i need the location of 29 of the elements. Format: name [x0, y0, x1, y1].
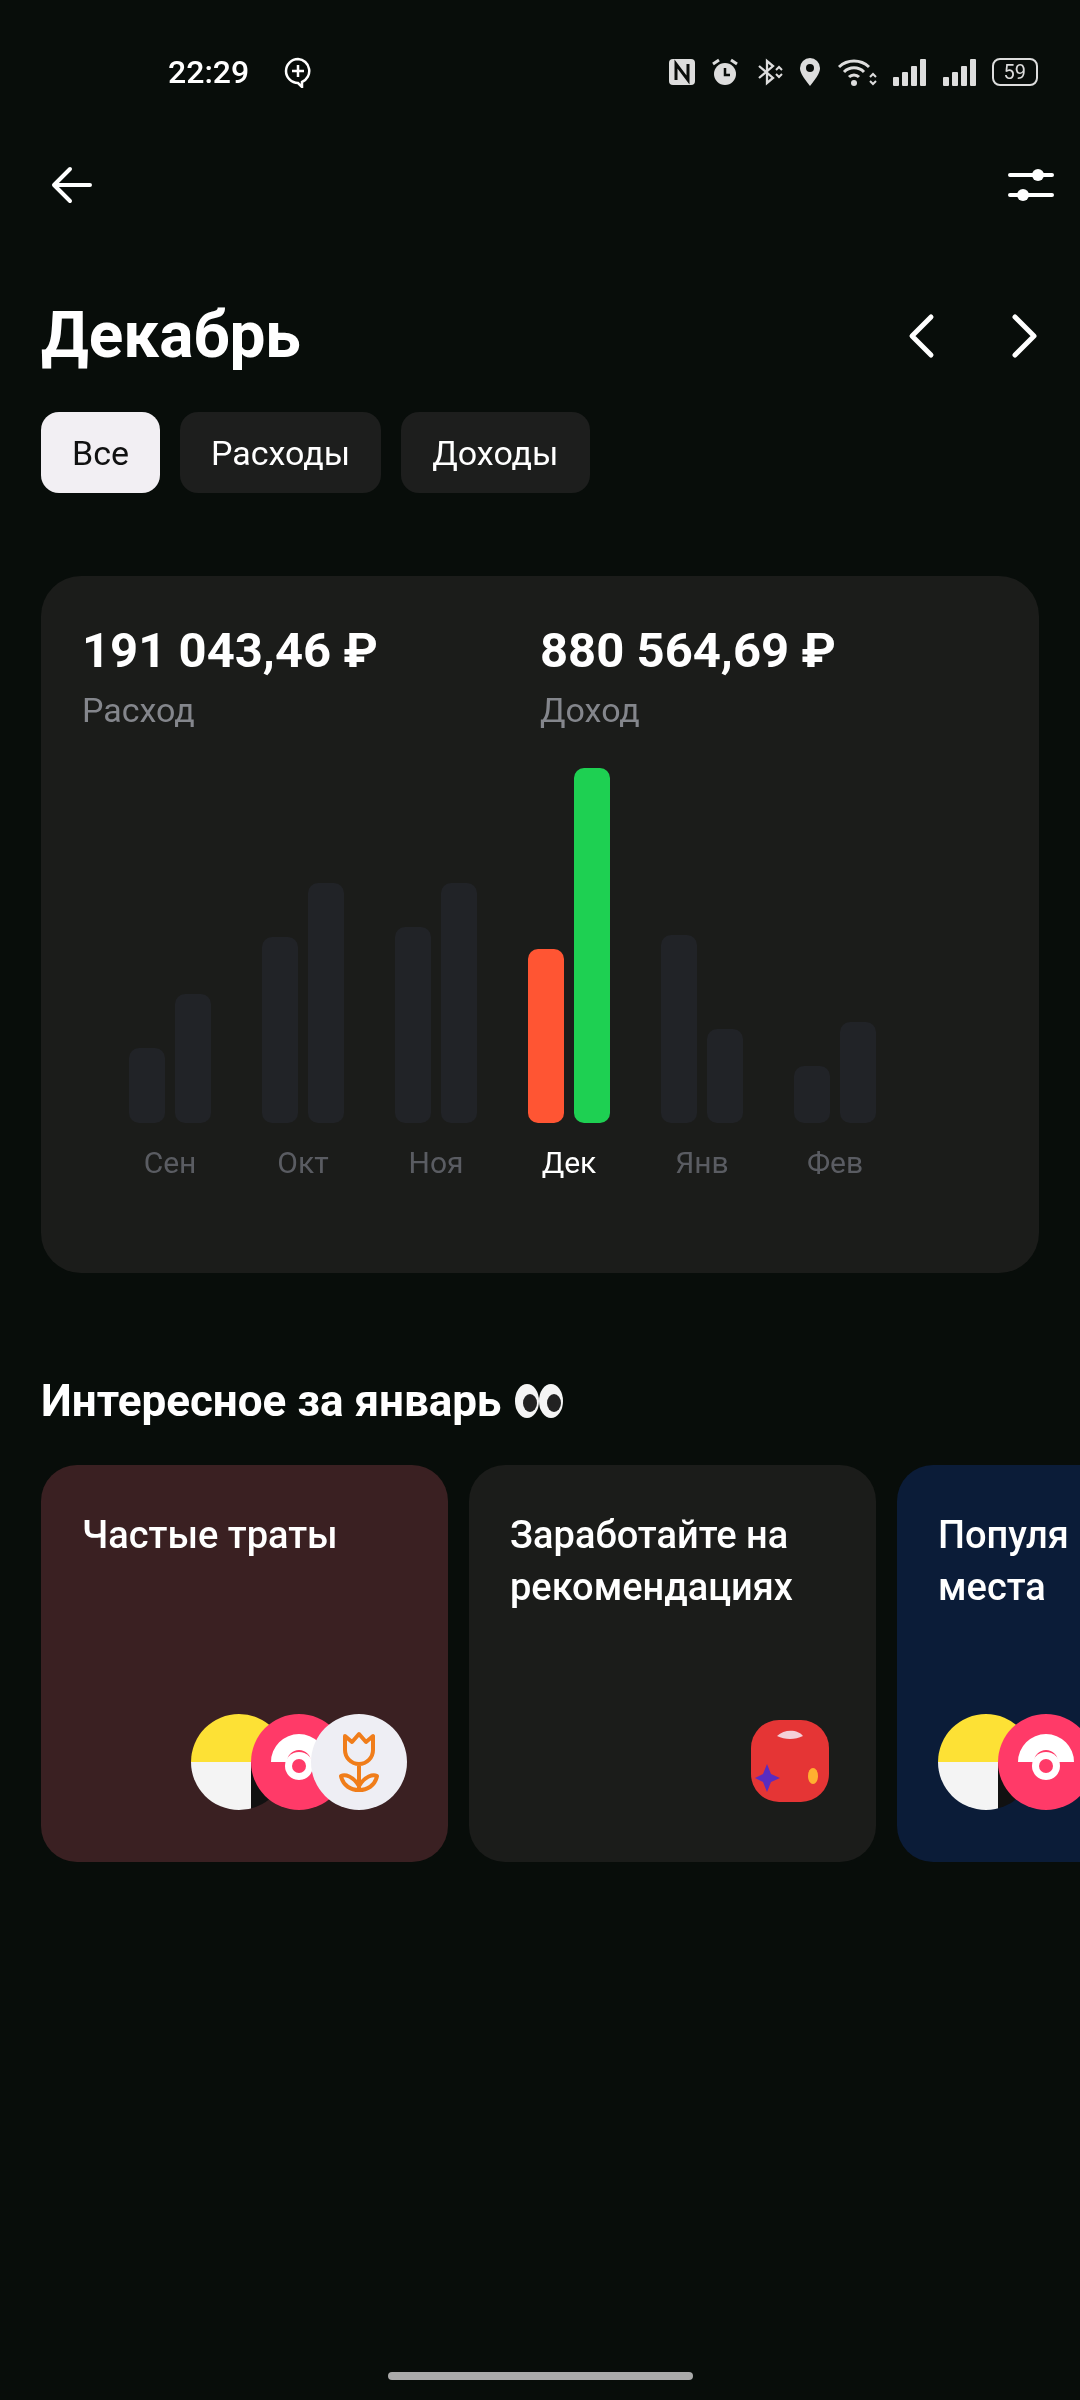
location-icon — [797, 57, 822, 87]
promo-card[interactable]: Популя места — [897, 1465, 1080, 1862]
eyes-icon — [513, 1381, 566, 1421]
ring-logo-icon — [998, 1714, 1080, 1810]
wifi-icon — [835, 57, 878, 87]
filter-tab[interactable]: Расходы — [180, 412, 382, 493]
back-arrow-icon[interactable] — [50, 165, 94, 205]
signal-icon — [941, 58, 978, 86]
month-title: Декабрь — [41, 297, 301, 375]
amount-label: Доход — [540, 690, 641, 730]
amount-label: Расход — [82, 690, 196, 730]
promo-card[interactable]: Частые траты — [41, 1465, 448, 1862]
filter-tab[interactable]: Все — [41, 412, 160, 493]
battery-level: 59 — [991, 58, 1038, 86]
clock-time: 22:29 — [168, 53, 250, 91]
section-title: Интересное за январь — [41, 1374, 502, 1429]
promo-card[interactable]: Заработайте на рекомендациях — [469, 1465, 876, 1862]
card-title: Частые траты — [82, 1512, 339, 1559]
tulip-icon — [311, 1714, 407, 1810]
chevron-right-icon[interactable] — [1010, 313, 1040, 359]
card-title: Популя места — [938, 1512, 1070, 1611]
amount-text: 191 043,46 ₽ — [82, 621, 379, 681]
amount-text: 880 564,69 ₽ — [540, 621, 837, 681]
signal-icon — [891, 58, 928, 86]
nfc-icon — [667, 58, 696, 86]
card-title: Заработайте на рекомендациях — [510, 1512, 794, 1611]
month-label[interactable]: Дек — [541, 1145, 597, 1180]
filter-sliders-icon[interactable] — [1008, 166, 1054, 204]
filter-tab[interactable]: Доходы — [401, 412, 590, 493]
